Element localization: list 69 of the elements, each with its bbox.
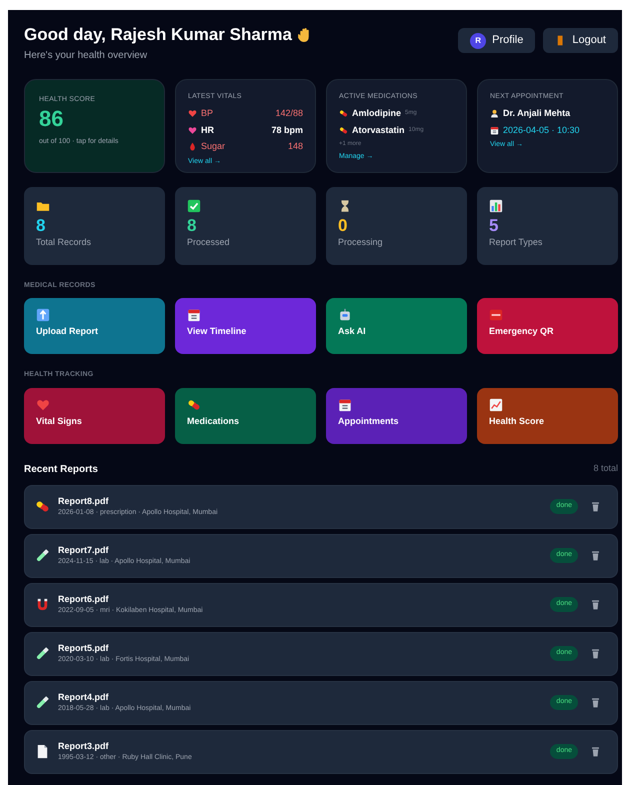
trash-icon <box>590 599 601 610</box>
bar-chart-icon <box>489 198 503 212</box>
report-name: Report3.pdf <box>58 740 110 753</box>
delete-button[interactable] <box>590 501 601 512</box>
profile-button[interactable]: R Profile <box>458 28 536 53</box>
trash-icon <box>590 746 601 757</box>
pill-icon <box>35 499 50 514</box>
greeting-title: Good day, Rajesh Kumar Sharma <box>24 24 292 46</box>
calendar-icon <box>338 398 352 412</box>
line-chart-icon <box>489 398 503 412</box>
pill-icon <box>187 398 201 412</box>
action-tile[interactable]: Health Score <box>477 388 618 444</box>
trash-icon <box>590 501 601 512</box>
calendar-icon <box>490 126 499 135</box>
delete-button[interactable] <box>590 550 601 561</box>
report-name: Report8.pdf <box>58 494 110 508</box>
report-name: Report5.pdf <box>58 642 110 655</box>
vital-label: Sugar <box>201 140 226 153</box>
person-icon <box>490 109 499 118</box>
report-name: Report4.pdf <box>58 690 110 704</box>
medication-name: Amlodipine <box>352 107 401 120</box>
delete-button[interactable] <box>590 599 601 610</box>
document-icon <box>35 744 50 759</box>
delete-button[interactable] <box>590 746 601 757</box>
stat-value: 0 <box>338 214 348 236</box>
stat-label: Processed <box>187 236 231 249</box>
action-tile[interactable]: Upload Report <box>24 298 165 354</box>
score-value: 86 <box>39 105 64 132</box>
pill-icon <box>339 126 348 135</box>
trash-icon <box>590 550 601 561</box>
report-name: Report6.pdf <box>58 592 110 606</box>
report-count: 8 total <box>593 462 618 476</box>
stat-label: Processing <box>338 236 384 249</box>
doctor-name: Dr. Anjali Mehta <box>503 107 570 120</box>
stat-value: 8 <box>187 214 198 236</box>
section-title: Recent Reports <box>24 462 98 476</box>
stat-label: Report Types <box>489 236 544 249</box>
drop-icon <box>188 142 197 152</box>
vital-value: 148 <box>288 140 303 153</box>
vital-value: 78 bpm <box>271 124 303 137</box>
action-tile[interactable]: Vital Signs <box>24 388 165 444</box>
delete-button[interactable] <box>590 648 601 659</box>
action-tile[interactable]: Medications <box>175 388 316 444</box>
medication-name: Atorvastatin <box>352 124 405 136</box>
subtitle: Here's your health overview <box>24 48 148 62</box>
vital-label: HR <box>201 124 214 136</box>
calendar-icon <box>187 308 201 322</box>
magnet-icon <box>35 597 50 612</box>
action-tile[interactable]: Appointments <box>326 388 467 444</box>
stat-value: 5 <box>489 214 500 236</box>
action-tile[interactable]: Ask AI <box>326 298 467 354</box>
stat-label: Total Records <box>36 236 92 249</box>
heart-icon <box>36 398 50 412</box>
trash-icon <box>590 697 601 708</box>
report-name: Report7.pdf <box>58 544 110 557</box>
action-tile[interactable]: View Timeline <box>175 298 316 354</box>
delete-button[interactable] <box>590 697 601 708</box>
action-tile[interactable]: Emergency QR <box>477 298 618 354</box>
checkmark-icon <box>187 198 201 212</box>
trash-icon <box>590 648 601 659</box>
upload-icon <box>36 308 50 322</box>
vital-value: 142/88 <box>275 107 303 120</box>
stat-value: 8 <box>36 214 46 236</box>
vital-label: BP <box>201 107 214 120</box>
logout-button[interactable]: Logout <box>543 28 618 53</box>
pill-icon <box>339 109 348 118</box>
avatar: R <box>470 32 486 48</box>
appointment-time: 2026-04-05 · 10:30 <box>503 124 580 136</box>
robot-icon <box>338 308 352 322</box>
